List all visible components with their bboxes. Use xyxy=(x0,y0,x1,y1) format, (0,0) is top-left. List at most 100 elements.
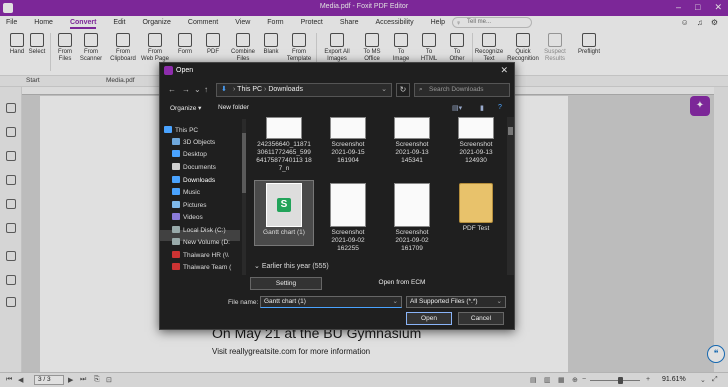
chevron-down-icon[interactable]: ⌄ xyxy=(393,297,398,307)
navigation-pane: This PC 3D Objects Desktop Documents Dow… xyxy=(160,119,242,275)
file-name: 2021-09-13 xyxy=(459,149,493,156)
file-item[interactable]: Screenshot 2021-09-15 161904 xyxy=(318,117,378,165)
recent-dropdown-icon[interactable]: ⌄ xyxy=(194,85,201,94)
file-item[interactable]: 242356640_11871 30611772465_599 64175877… xyxy=(254,117,314,173)
new-folder-button[interactable]: New folder xyxy=(218,104,249,111)
download-icon xyxy=(172,176,180,183)
tree-item-local-disk[interactable]: Local Disk (C:) xyxy=(172,226,226,234)
file-name: 242356640_11871 xyxy=(257,141,311,148)
excel-icon: S xyxy=(277,198,291,212)
breadcrumb-this-pc[interactable]: This PC xyxy=(237,86,262,93)
preview-pane-icon[interactable]: ▮ xyxy=(480,104,484,112)
screenshot-thumbnail xyxy=(394,117,430,139)
music-icon xyxy=(172,188,180,195)
file-item-pdf-test[interactable]: PDF Test xyxy=(446,183,506,233)
breadcrumb-separator: › xyxy=(264,86,267,93)
file-name-label: File name: xyxy=(228,299,259,306)
tree-item-thaiware-team[interactable]: Thaiware Team ( xyxy=(172,263,231,271)
breadcrumb-downloads[interactable]: Downloads xyxy=(268,86,303,93)
network-drive-icon xyxy=(172,251,180,258)
videos-icon xyxy=(172,213,180,220)
drive-icon xyxy=(172,226,180,233)
file-item[interactable]: Screenshot 2021-09-02 161709 xyxy=(382,183,442,253)
file-type-select[interactable]: All Supported Files (*.*) ⌄ xyxy=(406,296,506,308)
file-name: Gantt chart (1) xyxy=(263,229,305,236)
tree-label: Downloads xyxy=(183,177,216,184)
tree-label: Documents xyxy=(183,164,216,171)
file-name: 161709 xyxy=(401,245,423,252)
chevron-down-icon[interactable]: ⌄ xyxy=(381,84,387,96)
back-icon[interactable]: ← xyxy=(168,85,176,94)
address-bar[interactable]: ⬇ › This PC › Downloads ⌄ xyxy=(216,83,392,97)
tree-item-thaiware-hr[interactable]: Thaiware HR (\\ xyxy=(172,251,229,259)
open-file-dialog: Open ✕ ← → ⌄ ↑ ⬇ › This PC › Downloads ⌄… xyxy=(159,62,515,330)
file-name-input[interactable]: Gantt chart (1) ⌄ xyxy=(260,296,402,308)
scrollbar-thumb[interactable] xyxy=(508,127,513,135)
file-name: Screenshot xyxy=(395,141,429,148)
drive-icon xyxy=(172,238,180,245)
chevron-down-icon[interactable]: ⌄ xyxy=(497,297,502,307)
file-item[interactable]: Screenshot 2021-09-02 162255 xyxy=(318,183,378,253)
file-name: 161904 xyxy=(337,157,359,164)
cancel-button[interactable]: Cancel xyxy=(458,312,504,325)
file-name-value: Gantt chart (1) xyxy=(264,298,306,305)
close-icon[interactable]: ✕ xyxy=(500,65,508,76)
file-list: 242356640_11871 30611772465_599 64175877… xyxy=(248,117,506,275)
help-icon[interactable]: ? xyxy=(498,104,502,111)
file-name: 2021-09-02 xyxy=(395,237,429,244)
tree-item-music[interactable]: Music xyxy=(172,188,200,196)
screenshot-thumbnail xyxy=(330,183,366,227)
tree-item-downloads[interactable]: Downloads xyxy=(172,176,215,184)
command-bar: Organize ▾ New folder ▤▾ ▮ ? xyxy=(160,101,516,115)
file-name: 2021-09-15 xyxy=(331,149,365,156)
navigation-row: ← → ⌄ ↑ ⬇ › This PC › Downloads ⌄ ↻ ⌕ Se… xyxy=(160,82,516,98)
tree-item-new-volume[interactable]: New Volume (D: xyxy=(172,238,230,246)
desktop-icon xyxy=(172,150,180,157)
navigation-scrollbar[interactable] xyxy=(242,119,246,275)
screenshot-thumbnail xyxy=(458,117,494,139)
cube-icon xyxy=(172,138,180,145)
tree-label: Thaiware HR (\\ xyxy=(183,252,229,259)
file-name: 7_n xyxy=(278,165,290,172)
group-header-earlier-this-year[interactable]: ⌄ Earlier this year (555) xyxy=(254,262,329,270)
screenshot-thumbnail xyxy=(330,117,366,139)
tree-item-documents[interactable]: Documents xyxy=(172,163,216,171)
forward-icon[interactable]: → xyxy=(182,85,190,94)
view-options-icon[interactable]: ▤▾ xyxy=(452,104,462,112)
scrollbar-thumb[interactable] xyxy=(242,133,246,193)
organize-label: Organize xyxy=(170,105,197,112)
tree-item-pictures[interactable]: Pictures xyxy=(172,201,206,209)
tree-label: Music xyxy=(183,189,200,196)
setting-button[interactable]: Setting xyxy=(250,277,322,290)
refresh-icon[interactable]: ↻ xyxy=(396,83,410,97)
tree-label: New Volume (D: xyxy=(183,239,230,246)
file-name: 6417587740113 18 xyxy=(256,157,312,164)
tree-label: Pictures xyxy=(183,202,207,209)
file-item[interactable]: Screenshot 2021-09-13 124930 xyxy=(446,117,506,165)
search-input[interactable]: ⌕ Search Downloads xyxy=(414,83,510,97)
tree-item-desktop[interactable]: Desktop xyxy=(172,150,207,158)
organize-button[interactable]: Organize ▾ xyxy=(170,104,201,112)
file-item-gantt-chart[interactable]: S Gantt chart (1) xyxy=(254,183,314,237)
open-from-ecm-button[interactable]: Open from ECM xyxy=(366,277,438,290)
computer-icon xyxy=(164,126,172,133)
file-name: Screenshot xyxy=(459,141,493,148)
file-name: 30611772465_599 xyxy=(257,149,311,156)
image-thumbnail xyxy=(266,117,302,139)
tree-item-this-pc[interactable]: This PC xyxy=(164,126,198,134)
tree-item-videos[interactable]: Videos xyxy=(172,213,203,221)
search-placeholder: Search Downloads xyxy=(429,86,484,93)
open-button[interactable]: Open xyxy=(406,312,452,325)
dialog-title: Open xyxy=(176,67,194,74)
file-name: 2021-09-02 xyxy=(331,237,365,244)
folder-icon xyxy=(459,183,493,223)
file-list-scrollbar[interactable] xyxy=(507,117,514,275)
file-item[interactable]: Screenshot 2021-09-13 145341 xyxy=(382,117,442,165)
tree-item-3d-objects[interactable]: 3D Objects xyxy=(172,138,215,146)
breadcrumb-separator: › xyxy=(233,86,236,93)
tree-label: Thaiware Team ( xyxy=(183,264,232,271)
up-folder-icon[interactable]: ↑ xyxy=(204,85,208,94)
file-name: 124930 xyxy=(465,157,487,164)
foxit-logo-icon xyxy=(164,66,173,75)
documents-icon xyxy=(172,163,180,170)
